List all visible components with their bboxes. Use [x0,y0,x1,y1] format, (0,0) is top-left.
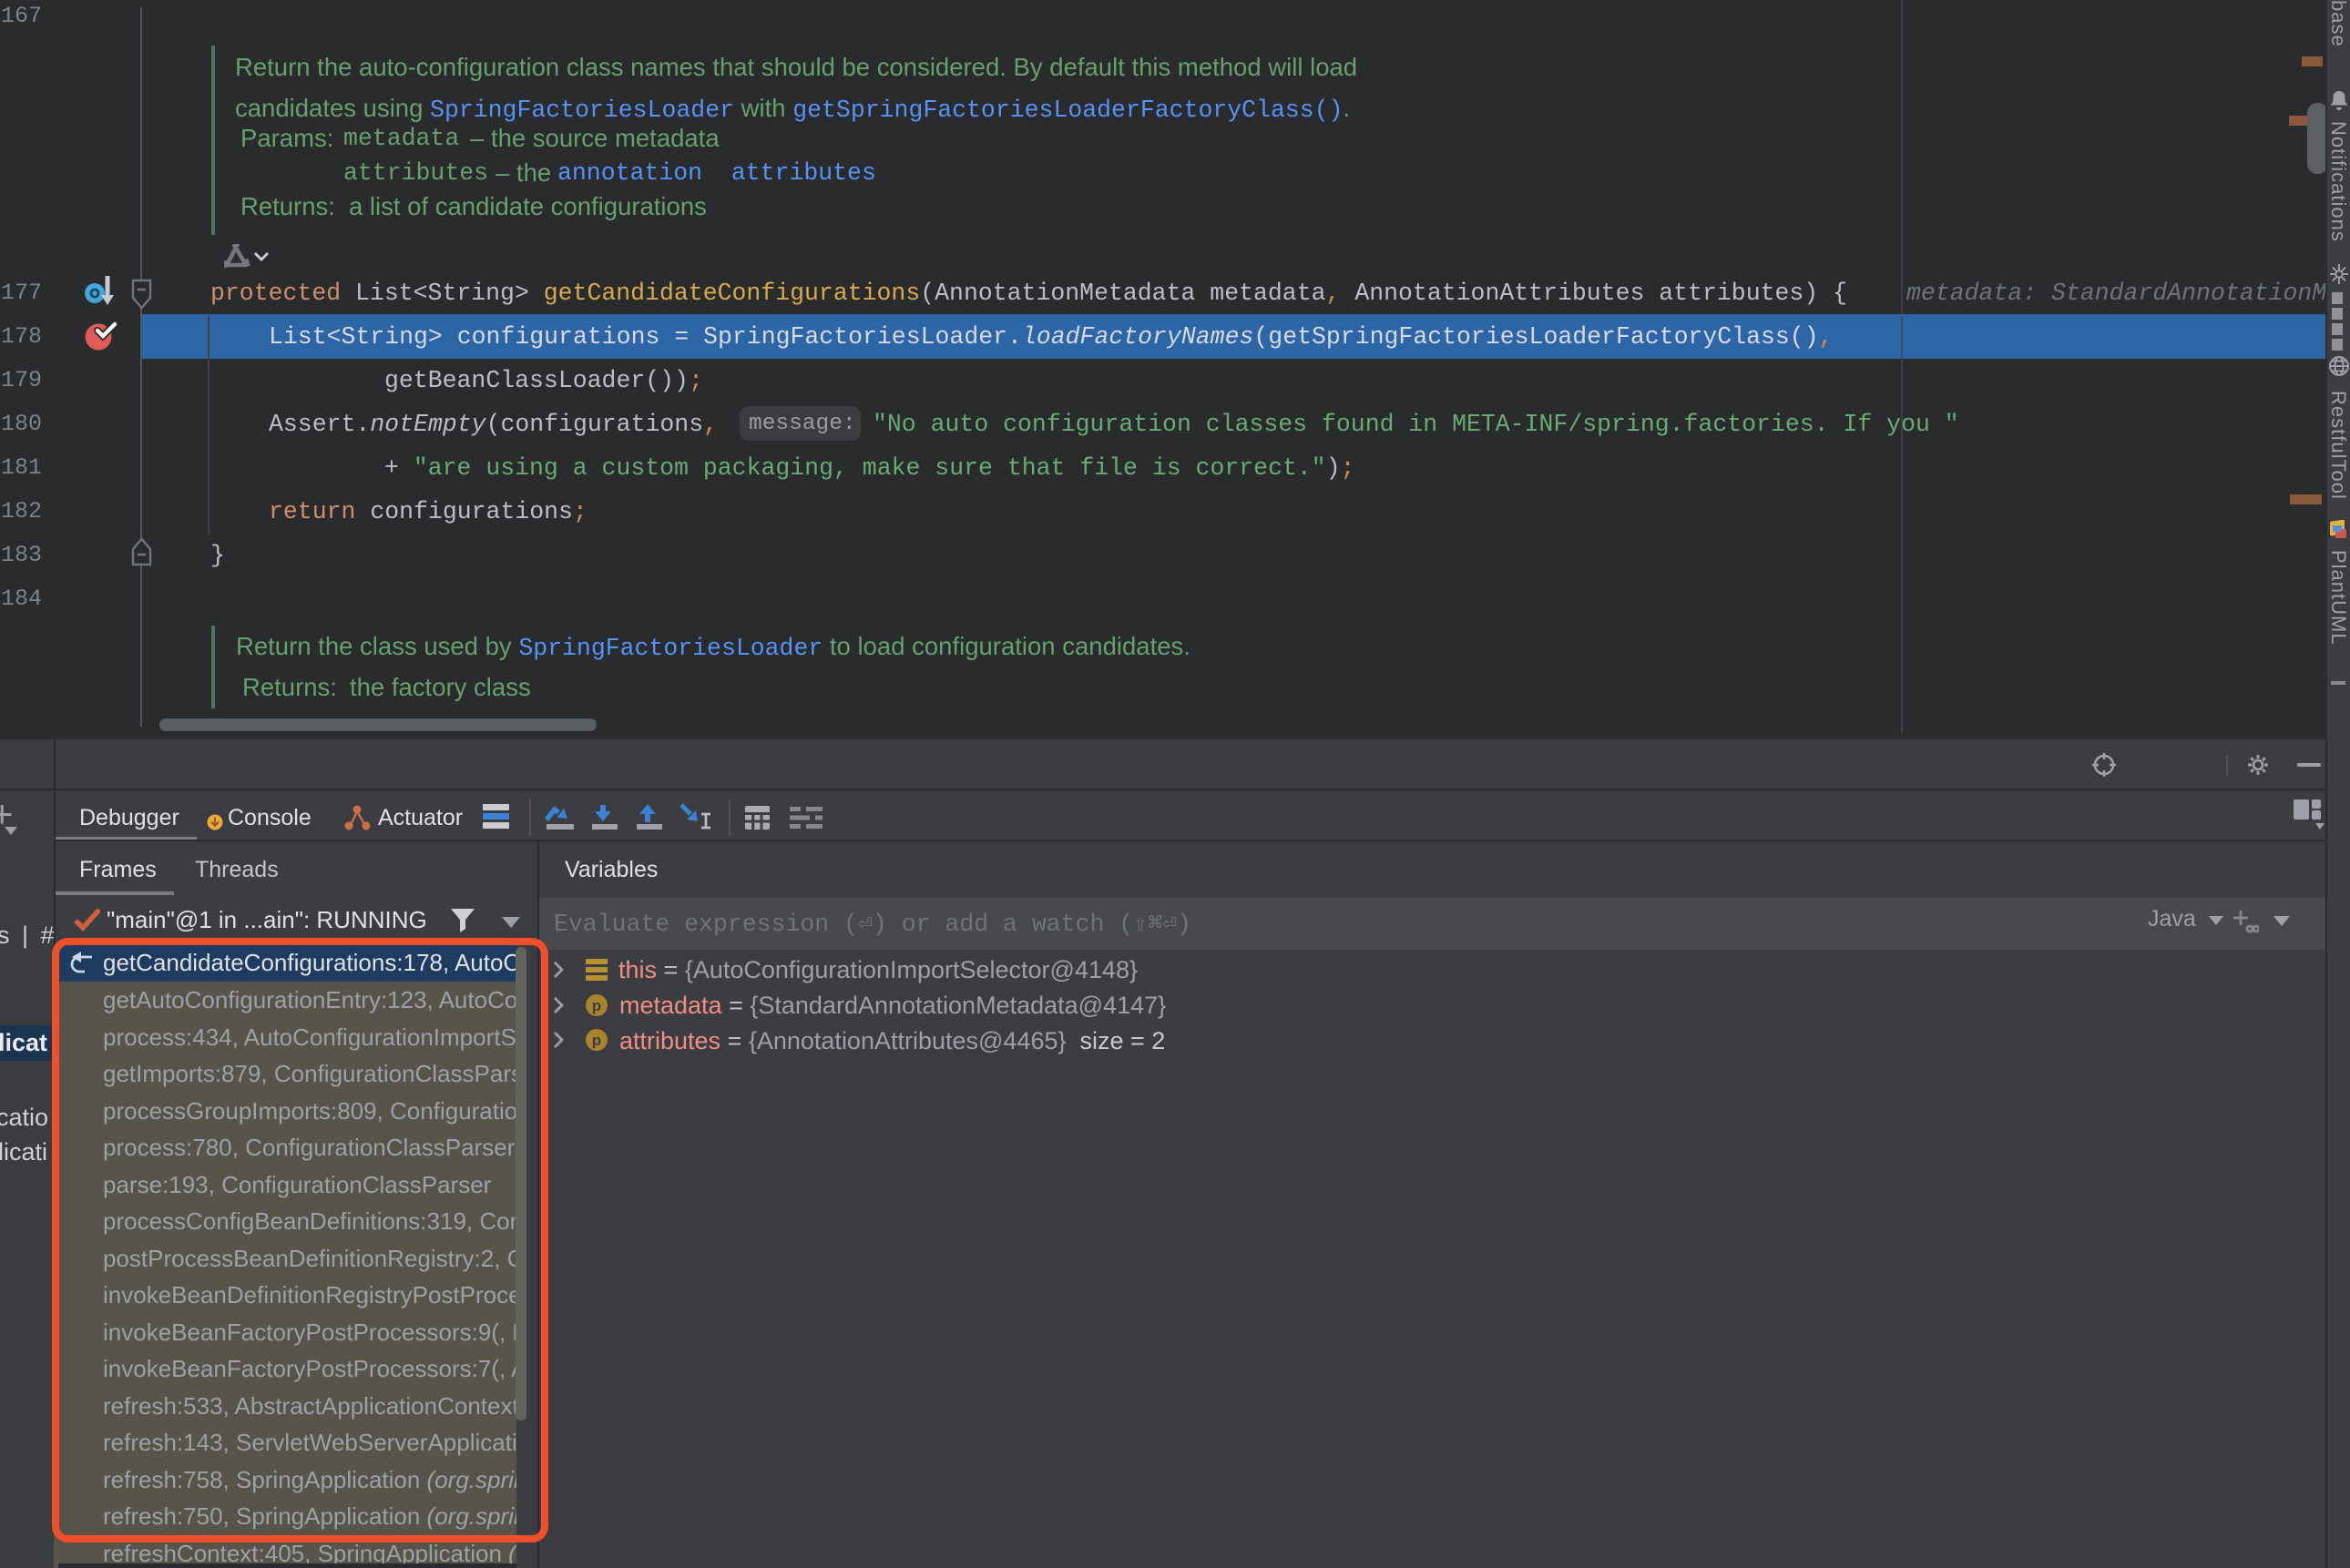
svg-text:p: p [592,997,601,1014]
svg-text:p: p [592,1032,601,1049]
